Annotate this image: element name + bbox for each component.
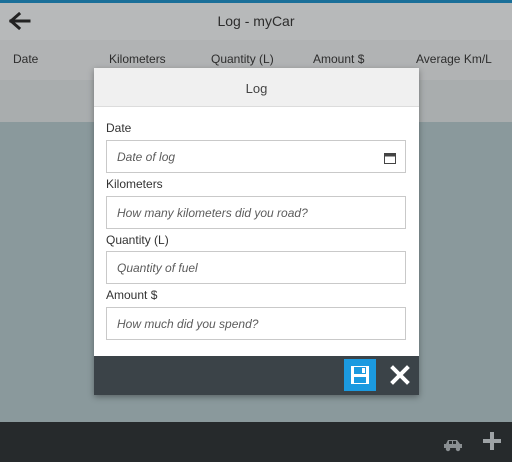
calendar-button[interactable]: [384, 151, 396, 164]
column-header-quantity: Quantity (L): [211, 52, 274, 66]
column-header-kilometers: Kilometers: [109, 52, 166, 66]
car-icon[interactable]: [443, 438, 463, 452]
date-field[interactable]: [106, 140, 406, 173]
column-header-average: Average Km/L: [416, 52, 492, 66]
log-dialog: Log Date Kilometers Quantity (L) Amount …: [94, 68, 419, 395]
add-button[interactable]: [482, 431, 502, 451]
dialog-footer: [94, 356, 419, 395]
date-label: Date: [106, 121, 132, 135]
kilometers-label: Kilometers: [106, 177, 163, 191]
close-icon: [390, 365, 410, 385]
amount-field[interactable]: [106, 307, 406, 340]
dialog-header: Log: [94, 68, 419, 107]
quantity-label: Quantity (L): [106, 233, 169, 247]
amount-label: Amount $: [106, 288, 158, 302]
calendar-icon: [384, 153, 396, 164]
kilometers-field[interactable]: [106, 196, 406, 229]
dialog-title: Log: [245, 81, 268, 96]
save-button[interactable]: [344, 359, 376, 391]
column-header-date: Date: [13, 52, 39, 66]
app-header: Log - myCar: [0, 0, 512, 40]
plus-icon: [483, 432, 501, 450]
floppy-disk-icon: [351, 366, 369, 384]
column-header-amount: Amount $: [313, 52, 365, 66]
page-title: Log - myCar: [217, 13, 295, 29]
bottom-toolbar: [0, 422, 512, 462]
quantity-field[interactable]: [106, 251, 406, 284]
close-button[interactable]: [384, 359, 416, 391]
